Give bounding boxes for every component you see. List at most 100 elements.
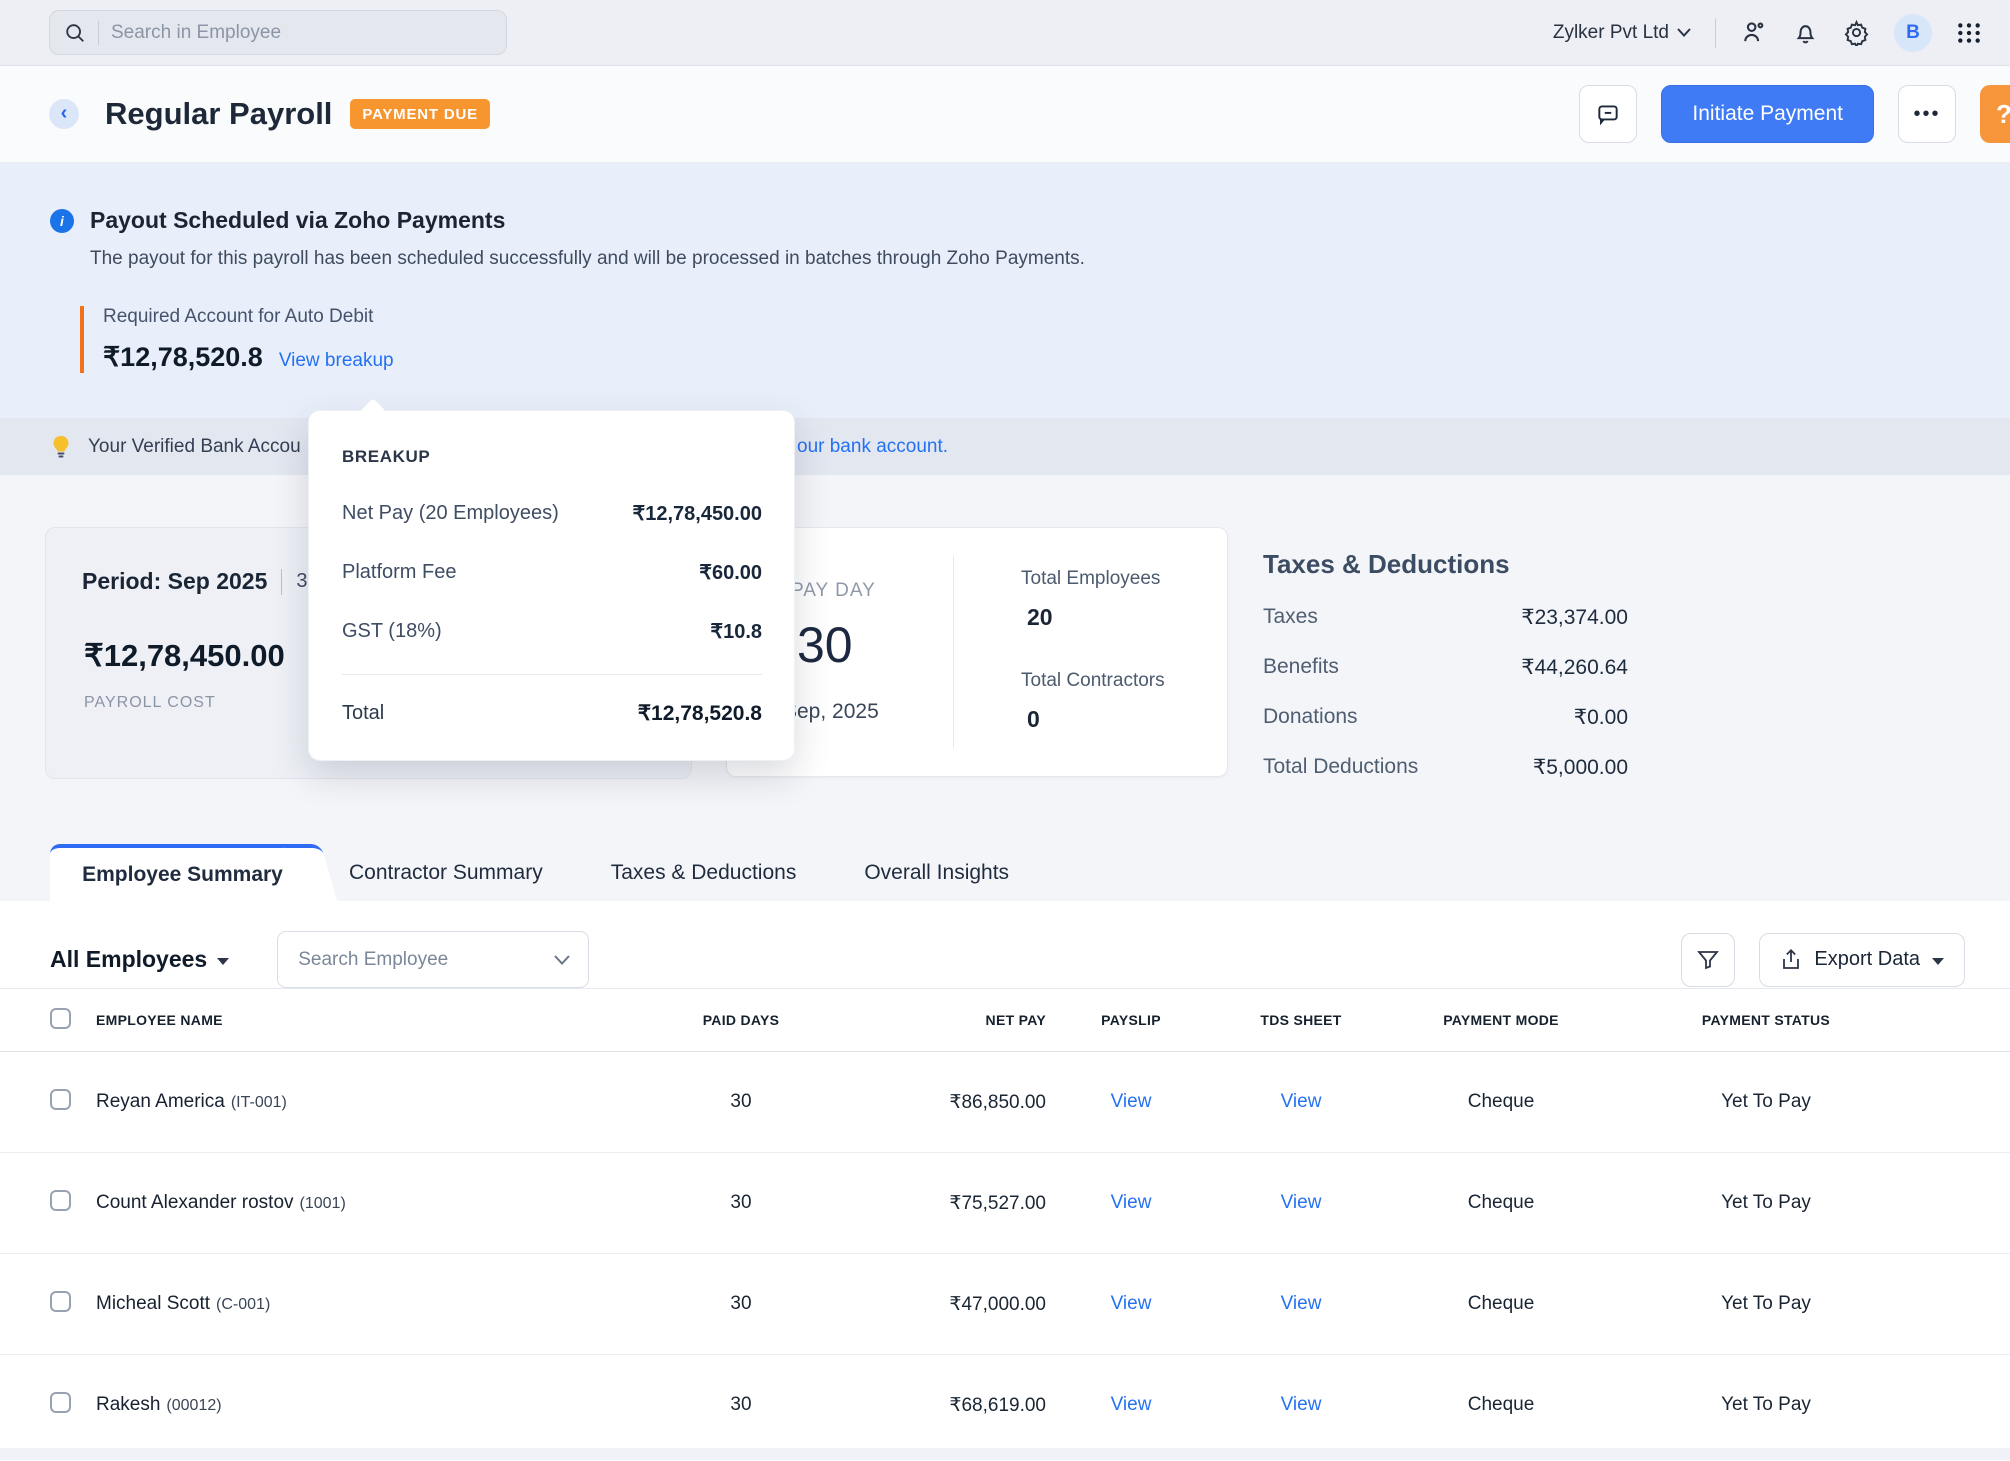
- pay-day-card: PAY DAY 30 Sep, 2025 Total Employees 20 …: [726, 527, 1228, 777]
- payment-mode: Cheque: [1386, 1394, 1616, 1416]
- info-icon: i: [50, 209, 74, 233]
- breakup-total-label: Total: [342, 702, 384, 725]
- help-button[interactable]: ?: [1980, 85, 2010, 143]
- table-header: EMPLOYEE NAME PAID DAYS NET PAY PAYSLIP …: [0, 988, 2010, 1052]
- global-search[interactable]: [49, 10, 507, 55]
- search-icon: [64, 22, 86, 44]
- total-employees-label: Total Employees: [1021, 568, 1160, 590]
- payout-banner: i Payout Scheduled via Zoho Payments The…: [0, 163, 2010, 418]
- table-row: Rakesh(00012) 30 ₹68,619.00 View View Ch…: [0, 1355, 2010, 1456]
- payroll-cost-amount: ₹12,78,450.00: [84, 638, 285, 674]
- employee-id: (IT-001): [231, 1094, 287, 1111]
- users-icon: [1740, 19, 1768, 47]
- breakup-popover: BREAKUP Net Pay (20 Employees) ₹12,78,450…: [308, 410, 795, 761]
- payment-status: Yet To Pay: [1616, 1091, 1916, 1113]
- bell-icon: [1792, 19, 1819, 46]
- tax-row-value: ₹5,000.00: [1533, 755, 1628, 780]
- card-divider: [953, 556, 954, 748]
- export-data-button[interactable]: Export Data: [1759, 933, 1965, 987]
- employee-scope-label: All Employees: [50, 946, 207, 973]
- net-pay: ₹86,850.00: [826, 1091, 1046, 1114]
- referrals-button[interactable]: [1740, 19, 1768, 47]
- tds-view-link[interactable]: View: [1281, 1091, 1322, 1112]
- avatar[interactable]: B: [1894, 14, 1932, 52]
- breakup-row-label: Net Pay (20 Employees): [342, 502, 559, 525]
- summary-cards: Period: Sep 2025 3 ₹12,78,450.00 PAYROLL…: [0, 475, 2010, 780]
- caret-down-icon: [1932, 958, 1944, 965]
- payslip-view-link[interactable]: View: [1111, 1394, 1152, 1415]
- tds-view-link[interactable]: View: [1281, 1394, 1322, 1415]
- initiate-payment-button[interactable]: Initiate Payment: [1661, 85, 1874, 143]
- bulb-icon: [50, 435, 72, 459]
- table-row: Reyan America(IT-001) 30 ₹86,850.00 View…: [0, 1052, 2010, 1153]
- notifications-button[interactable]: [1792, 19, 1819, 46]
- payment-status: Yet To Pay: [1616, 1394, 1916, 1416]
- tab-contractor-summary[interactable]: Contractor Summary: [315, 844, 577, 901]
- org-name: Zylker Pvt Ltd: [1553, 22, 1669, 44]
- net-pay: ₹47,000.00: [826, 1293, 1046, 1316]
- settings-button[interactable]: [1843, 19, 1870, 46]
- paid-days: 30: [656, 1293, 826, 1315]
- tds-view-link[interactable]: View: [1281, 1293, 1322, 1314]
- back-button[interactable]: ‹: [49, 99, 79, 129]
- taxes-deductions-panel: Taxes & Deductions Taxes₹23,374.00 Benef…: [1263, 527, 1628, 780]
- tab-label: Contractor Summary: [349, 861, 543, 885]
- employee-name: Micheal Scott: [96, 1293, 210, 1314]
- payment-status: Yet To Pay: [1616, 1293, 1916, 1315]
- tab-employee-summary[interactable]: Employee Summary: [50, 844, 315, 901]
- bottom-scroll-gutter: [0, 1448, 2010, 1460]
- search-divider: [98, 21, 99, 45]
- required-account-label: Required Account for Auto Debit: [103, 306, 2010, 328]
- table-row: Micheal Scott(C-001) 30 ₹47,000.00 View …: [0, 1254, 2010, 1355]
- tax-row-value: ₹0.00: [1574, 705, 1628, 730]
- breakup-row-value: ₹12,78,450.00: [632, 501, 762, 526]
- tds-view-link[interactable]: View: [1281, 1192, 1322, 1213]
- comments-button[interactable]: [1579, 85, 1637, 143]
- payment-mode: Cheque: [1386, 1293, 1616, 1315]
- row-checkbox[interactable]: [50, 1190, 71, 1211]
- topbar-divider: [1715, 18, 1716, 48]
- employee-scope-dropdown[interactable]: All Employees: [50, 946, 229, 973]
- payslip-view-link[interactable]: View: [1111, 1293, 1152, 1314]
- col-payment-status: PAYMENT STATUS: [1616, 1012, 1916, 1028]
- paid-days: 30: [656, 1091, 826, 1113]
- summary-tabs: Employee Summary Contractor Summary Taxe…: [50, 844, 2010, 901]
- more-actions-button[interactable]: •••: [1898, 85, 1956, 143]
- breakup-divider: [342, 674, 762, 675]
- period-label: Period: Sep 2025: [82, 568, 267, 595]
- col-paid-days: PAID DAYS: [656, 1012, 826, 1028]
- payslip-view-link[interactable]: View: [1111, 1091, 1152, 1112]
- apps-grid-button[interactable]: [1956, 20, 1982, 46]
- filter-button[interactable]: [1681, 933, 1735, 987]
- page-title: Regular Payroll: [105, 96, 332, 132]
- employee-name: Count Alexander rostov: [96, 1192, 294, 1213]
- select-all-checkbox[interactable]: [50, 1008, 71, 1029]
- row-checkbox[interactable]: [50, 1392, 71, 1413]
- net-pay: ₹68,619.00: [826, 1394, 1046, 1417]
- view-breakup-link[interactable]: View breakup: [279, 350, 394, 372]
- tax-row-label: Donations: [1263, 705, 1358, 730]
- breakup-total-value: ₹12,78,520.8: [638, 701, 762, 726]
- breakup-row-value: ₹60.00: [699, 560, 762, 585]
- payslip-view-link[interactable]: View: [1111, 1192, 1152, 1213]
- org-switcher[interactable]: Zylker Pvt Ltd: [1553, 22, 1691, 44]
- row-checkbox[interactable]: [50, 1291, 71, 1312]
- payroll-cost-caption: PAYROLL COST: [84, 694, 216, 712]
- tab-label: Taxes & Deductions: [611, 861, 797, 885]
- row-checkbox[interactable]: [50, 1089, 71, 1110]
- breakup-title: BREAKUP: [342, 447, 762, 467]
- tab-overall-insights[interactable]: Overall Insights: [830, 844, 1043, 901]
- top-bar: Zylker Pvt Ltd B: [0, 0, 2010, 66]
- required-account-block: Required Account for Auto Debit ₹12,78,5…: [80, 306, 2010, 373]
- gear-icon: [1843, 19, 1870, 46]
- total-contractors-label: Total Contractors: [1021, 670, 1165, 692]
- paid-days: 30: [656, 1394, 826, 1416]
- employee-search-select[interactable]: Search Employee: [277, 931, 589, 988]
- required-amount: ₹12,78,520.8: [103, 342, 263, 373]
- bank-account-link[interactable]: our bank account.: [797, 436, 948, 458]
- table-row: Count Alexander rostov(1001) 30 ₹75,527.…: [0, 1153, 2010, 1254]
- tab-taxes-deductions[interactable]: Taxes & Deductions: [577, 844, 831, 901]
- taxes-panel-title: Taxes & Deductions: [1263, 549, 1628, 580]
- verified-bank-strip: Your Verified Bank Accou our bank accoun…: [0, 418, 2010, 475]
- search-input[interactable]: [111, 22, 492, 44]
